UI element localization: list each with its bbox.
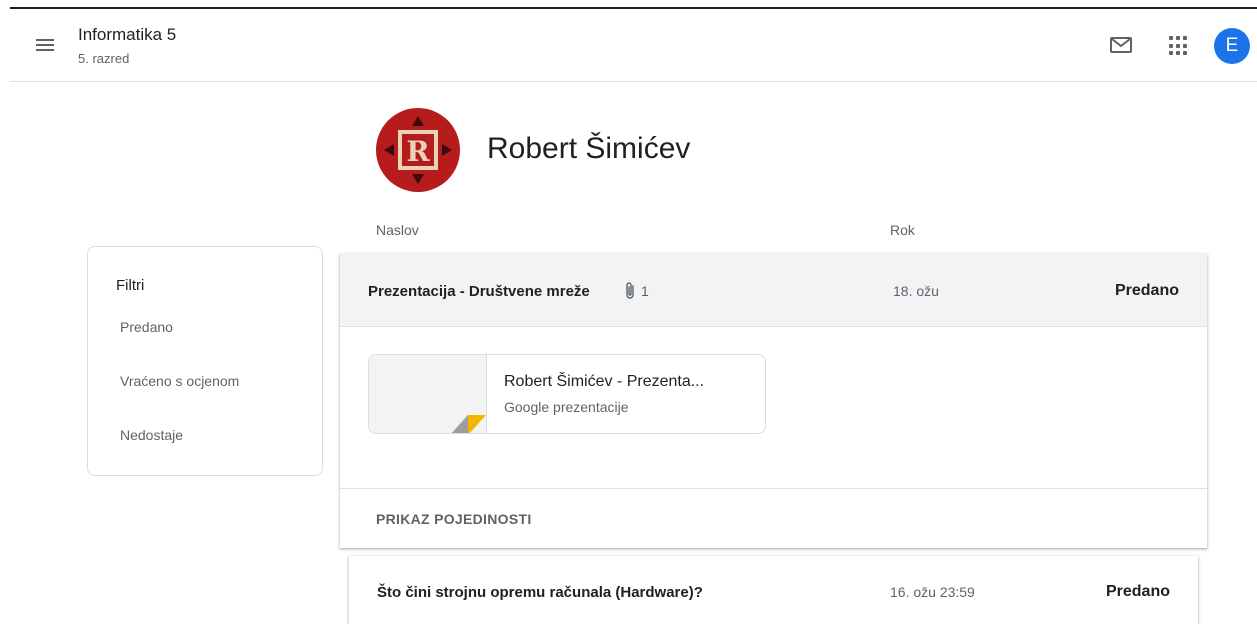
mail-icon[interactable] [1110,37,1132,53]
assignment-status: Predano [1105,583,1170,600]
column-header-title: Naslov [376,222,419,238]
attachment-thumbnail [369,355,487,433]
filter-returned-graded[interactable]: Vraćeno s ocjenom [120,373,239,389]
view-details-label: PRIKAZ POJEDINOSTI [376,511,532,527]
filter-submitted[interactable]: Predano [120,319,173,335]
attachment-count: 1 [641,283,649,299]
attachment-type: Google prezentacije [504,399,629,415]
assignment-header[interactable]: Prezentacija - Društvene mreže 1 18. ožu… [340,254,1207,327]
filters-panel: Filtri Predano Vraćeno s ocjenom Nedosta… [87,246,323,476]
student-name: Robert Šimićev [487,132,691,165]
assignment-title: Prezentacija - Društvene mreže [368,283,590,300]
assignment-title: Što čini strojnu opremu računala (Hardwa… [377,584,703,601]
attachment-name: Robert Šimićev - Prezenta... [504,373,705,390]
google-slides-icon [451,415,486,433]
assignment-due: 18. ožu [893,283,939,299]
paperclip-icon [626,282,634,299]
class-title[interactable]: Informatika 5 [78,25,176,45]
app-header: Informatika 5 5. razred E [10,9,1257,82]
view-details-button[interactable]: PRIKAZ POJEDINOSTI [340,488,1207,548]
assignment-status: Predano [1114,282,1179,299]
menu-icon[interactable] [34,36,58,54]
student-avatar-letter: R [406,135,430,168]
assignment-card-expanded: Prezentacija - Društvene mreže 1 18. ožu… [340,254,1207,548]
filters-title: Filtri [116,277,145,294]
assignment-due: 16. ožu 23:59 [890,584,975,600]
assignment-row[interactable]: Što čini strojnu opremu računala (Hardwa… [349,556,1198,624]
filter-missing[interactable]: Nedostaje [120,427,183,443]
column-header-due: Rok [890,222,915,238]
attachment-card[interactable]: Robert Šimićev - Prezenta... Google prez… [368,354,766,434]
apps-grid-icon[interactable] [1169,36,1189,56]
class-subtitle: 5. razred [78,51,130,66]
account-avatar[interactable]: E [1214,28,1250,64]
student-avatar: R [376,108,460,192]
